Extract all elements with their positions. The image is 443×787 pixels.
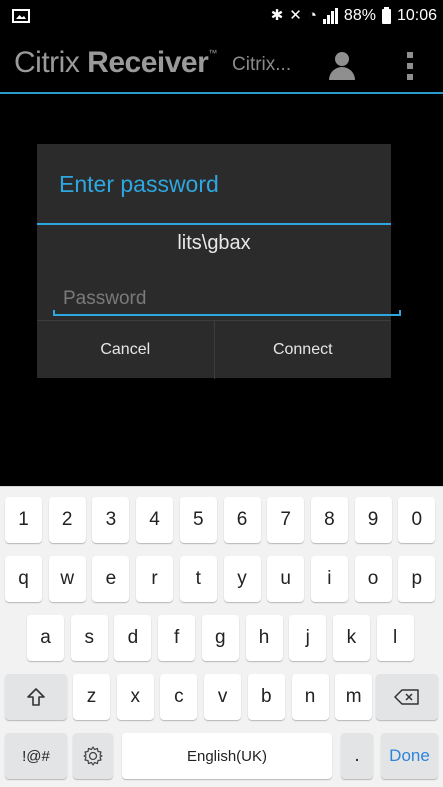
key-4[interactable]: 4 [136, 497, 174, 543]
key-s[interactable]: s [70, 615, 108, 661]
key-3[interactable]: 3 [92, 497, 130, 543]
key-i[interactable]: i [310, 556, 348, 602]
status-icons: ✱ ✕ ◔ 88% 10:06 [271, 6, 437, 26]
key-d[interactable]: d [114, 615, 152, 661]
battery-icon [381, 6, 391, 24]
key-o[interactable]: o [354, 556, 392, 602]
backspace-key[interactable] [376, 674, 438, 720]
done-key[interactable]: Done [381, 733, 438, 779]
key-n[interactable]: n [291, 674, 329, 720]
key-6[interactable]: 6 [223, 497, 261, 543]
brand-bold: Receiver [87, 46, 209, 79]
key-k[interactable]: k [332, 615, 370, 661]
space-key[interactable]: English(UK) [122, 733, 332, 779]
key-w[interactable]: w [48, 556, 86, 602]
brand-light: Citrix [14, 46, 80, 79]
password-underline [53, 310, 401, 316]
key-1[interactable]: 1 [5, 497, 42, 543]
bluetooth-icon: ✱ [270, 7, 284, 24]
key-x[interactable]: x [116, 674, 154, 720]
password-input[interactable] [53, 282, 385, 316]
password-dialog: Enter password lits\gbax Cancel Connect [37, 144, 401, 379]
letter-row-2: asdfghjkl [0, 615, 443, 661]
key-8[interactable]: 8 [310, 497, 348, 543]
signal-icon [322, 8, 338, 24]
soft-keyboard: 1234567890 qwertyuiop asdfghjkl zxcvbnm … [0, 486, 443, 787]
key-l[interactable]: l [376, 615, 414, 661]
connect-button[interactable]: Connect [213, 321, 392, 379]
shift-icon [27, 688, 45, 706]
app-bar: Citrix Receiver™ Citrix... [0, 32, 443, 94]
key-q[interactable]: q [5, 556, 42, 602]
key-2[interactable]: 2 [48, 497, 86, 543]
key-a[interactable]: a [27, 615, 64, 661]
key-0[interactable]: 0 [398, 497, 436, 543]
letter-row-1: qwertyuiop [0, 556, 443, 602]
key-g[interactable]: g [201, 615, 239, 661]
cancel-button[interactable]: Cancel [37, 321, 214, 379]
period-key[interactable]: . [341, 733, 373, 779]
key-z[interactable]: z [73, 674, 110, 720]
key-m[interactable]: m [335, 674, 373, 720]
dialog-button-row: Cancel Connect [37, 320, 391, 379]
key-v[interactable]: v [204, 674, 242, 720]
backspace-icon [394, 689, 419, 705]
overflow-menu-icon[interactable] [406, 52, 414, 80]
key-7[interactable]: 7 [267, 497, 305, 543]
key-e[interactable]: e [92, 556, 130, 602]
status-bar: ✱ ✕ ◔ 88% 10:06 [0, 0, 443, 32]
app-logo: Citrix Receiver™ [14, 46, 217, 80]
wifi-icon: ◔ [307, 7, 317, 24]
key-p[interactable]: p [398, 556, 436, 602]
shift-key[interactable] [5, 674, 67, 720]
key-r[interactable]: r [136, 556, 174, 602]
key-f[interactable]: f [158, 615, 196, 661]
key-j[interactable]: j [289, 615, 327, 661]
symbols-key[interactable]: !@# [5, 733, 67, 779]
dialog-divider [37, 223, 391, 225]
letter-row-3: zxcvbnm [0, 674, 443, 720]
key-t[interactable]: t [179, 556, 217, 602]
settings-key[interactable] [73, 733, 113, 779]
account-icon[interactable] [329, 52, 355, 80]
dialog-username: lits\gbax [177, 232, 251, 254]
store-name[interactable]: Citrix... [232, 54, 291, 76]
dialog-title: Enter password [59, 171, 219, 197]
key-u[interactable]: u [267, 556, 305, 602]
key-5[interactable]: 5 [179, 497, 217, 543]
bottom-row: !@# English(UK) . Done [0, 733, 443, 779]
key-c[interactable]: c [160, 674, 198, 720]
clock: 10:06 [396, 7, 437, 24]
key-b[interactable]: b [247, 674, 285, 720]
key-y[interactable]: y [223, 556, 261, 602]
battery-percent: 88% [343, 7, 376, 24]
key-h[interactable]: h [245, 615, 283, 661]
key-9[interactable]: 9 [354, 497, 392, 543]
gallery-icon [12, 9, 30, 23]
settings-icon [83, 746, 103, 766]
number-row: 1234567890 [0, 497, 443, 543]
brand-trademark: ™ [208, 48, 217, 58]
mute-icon: ✕ [289, 7, 302, 24]
